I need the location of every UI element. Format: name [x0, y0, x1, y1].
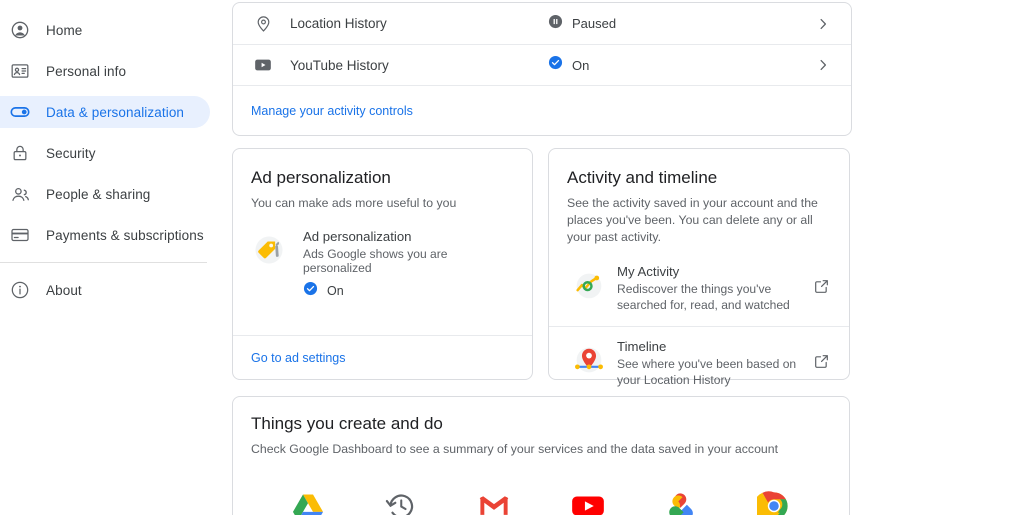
sidebar-item-label: Data & personalization	[46, 104, 185, 120]
sidebar-item-label: About	[46, 282, 82, 298]
app-icons-row	[233, 458, 849, 515]
google-chrome-icon[interactable]	[754, 486, 794, 515]
activity-controls-footer: Manage your activity controls	[233, 85, 851, 135]
sidebar-divider	[0, 262, 207, 263]
ad-item-title: Ad personalization	[303, 228, 412, 244]
timeline-map-pin-icon	[567, 339, 611, 379]
google-drive-icon[interactable]	[288, 486, 328, 515]
sidebar-item-label: Security	[46, 145, 96, 161]
my-activity-icon	[567, 264, 611, 304]
timeline-text: Timeline See where you've been based on …	[617, 339, 807, 389]
external-link-icon[interactable]	[807, 264, 835, 295]
card-title: Things you create and do	[251, 414, 443, 433]
row-youtube-history[interactable]: YouTube History On	[233, 44, 851, 85]
manage-activity-controls-link[interactable]: Manage your activity controls	[251, 104, 413, 118]
sidebar-item-label: Personal info	[46, 63, 127, 79]
lock-icon	[8, 141, 32, 165]
info-circle-icon	[8, 278, 32, 302]
ad-tag-wrench-icon	[251, 229, 291, 301]
card-subtitle: See the activity saved in your account a…	[567, 196, 818, 244]
ad-card-footer: Go to ad settings	[233, 335, 532, 379]
activity-controls-card: Location History Paused YouTube History …	[232, 2, 852, 136]
card-subtitle: You can make ads more useful to you	[251, 196, 457, 210]
ad-item-status: On	[303, 281, 516, 301]
status-label: On	[327, 283, 344, 298]
account-circle-icon	[8, 18, 32, 42]
youtube-icon	[251, 55, 275, 75]
sidebar-item-home[interactable]: Home	[0, 14, 210, 46]
check-circle-icon	[548, 55, 563, 75]
ad-personalization-item[interactable]: Ad personalization Ads Google shows you …	[233, 212, 532, 301]
row-location-history[interactable]: Location History Paused	[233, 3, 851, 44]
account-settings-page: Home Personal info Data & personalizatio…	[0, 0, 1024, 515]
row-description: Rediscover the things you've searched fo…	[617, 281, 790, 312]
row-label: YouTube History	[290, 57, 389, 73]
credit-card-icon	[8, 223, 32, 247]
sidebar-item-payments-subscriptions[interactable]: Payments & subscriptions	[0, 219, 210, 251]
row-my-activity[interactable]: My Activity Rediscover the things you've…	[549, 252, 849, 326]
sidebar-item-personal-info[interactable]: Personal info	[0, 55, 210, 87]
location-pin-icon	[251, 14, 275, 33]
sidebar-item-data-personalization[interactable]: Data & personalization	[0, 96, 210, 128]
people-icon	[8, 182, 32, 206]
row-label: Location History	[290, 16, 387, 31]
card-subtitle: Check Google Dashboard to see a summary …	[251, 442, 779, 456]
external-link-icon[interactable]	[807, 339, 835, 370]
check-circle-icon	[303, 281, 318, 301]
sidebar-item-about[interactable]: About	[0, 274, 210, 306]
sidebar-item-label: Home	[46, 22, 83, 38]
pause-circle-icon	[548, 14, 563, 34]
sidebar-nav: Home Personal info Data & personalizatio…	[0, 0, 232, 515]
gmail-icon[interactable]	[474, 486, 514, 515]
chevron-right-icon[interactable]	[815, 57, 831, 73]
sidebar-item-security[interactable]: Security	[0, 137, 210, 169]
ad-personalization-card: Ad personalization You can make ads more…	[232, 148, 533, 380]
main-content: Location History Paused YouTube History …	[232, 0, 1024, 515]
row-description: See where you've been based on your Loca…	[617, 356, 797, 387]
chevron-right-icon[interactable]	[815, 16, 831, 32]
row-title: My Activity	[617, 263, 680, 279]
row-title: Timeline	[617, 338, 667, 354]
ad-item-text: Ad personalization Ads Google shows you …	[303, 229, 516, 301]
row-timeline[interactable]: Timeline See where you've been based on …	[549, 325, 849, 401]
id-card-icon	[8, 59, 32, 83]
sidebar-item-label: People & sharing	[46, 186, 151, 202]
status-label: Paused	[572, 16, 617, 31]
card-title: Ad personalization	[251, 168, 391, 187]
go-to-ad-settings-link[interactable]: Go to ad settings	[251, 351, 346, 365]
my-activity-history-icon[interactable]	[381, 486, 421, 515]
youtube-icon[interactable]	[568, 486, 608, 515]
sidebar-item-people-sharing[interactable]: People & sharing	[0, 178, 210, 210]
status-label: On	[572, 57, 590, 73]
toggle-switch-icon	[8, 100, 32, 124]
row-status: On	[548, 55, 815, 75]
card-title: Activity and timeline	[567, 168, 718, 187]
activity-timeline-card: Activity and timeline See the activity s…	[548, 148, 850, 387]
ad-item-description: Ads Google shows you are personalized	[303, 246, 448, 275]
google-photos-icon[interactable]	[661, 486, 701, 515]
things-you-create-card: Things you create and do Check Google Da…	[232, 396, 850, 515]
sidebar-item-label: Payments & subscriptions	[46, 227, 204, 243]
row-status: Paused	[548, 14, 815, 34]
my-activity-text: My Activity Rediscover the things you've…	[617, 264, 807, 314]
